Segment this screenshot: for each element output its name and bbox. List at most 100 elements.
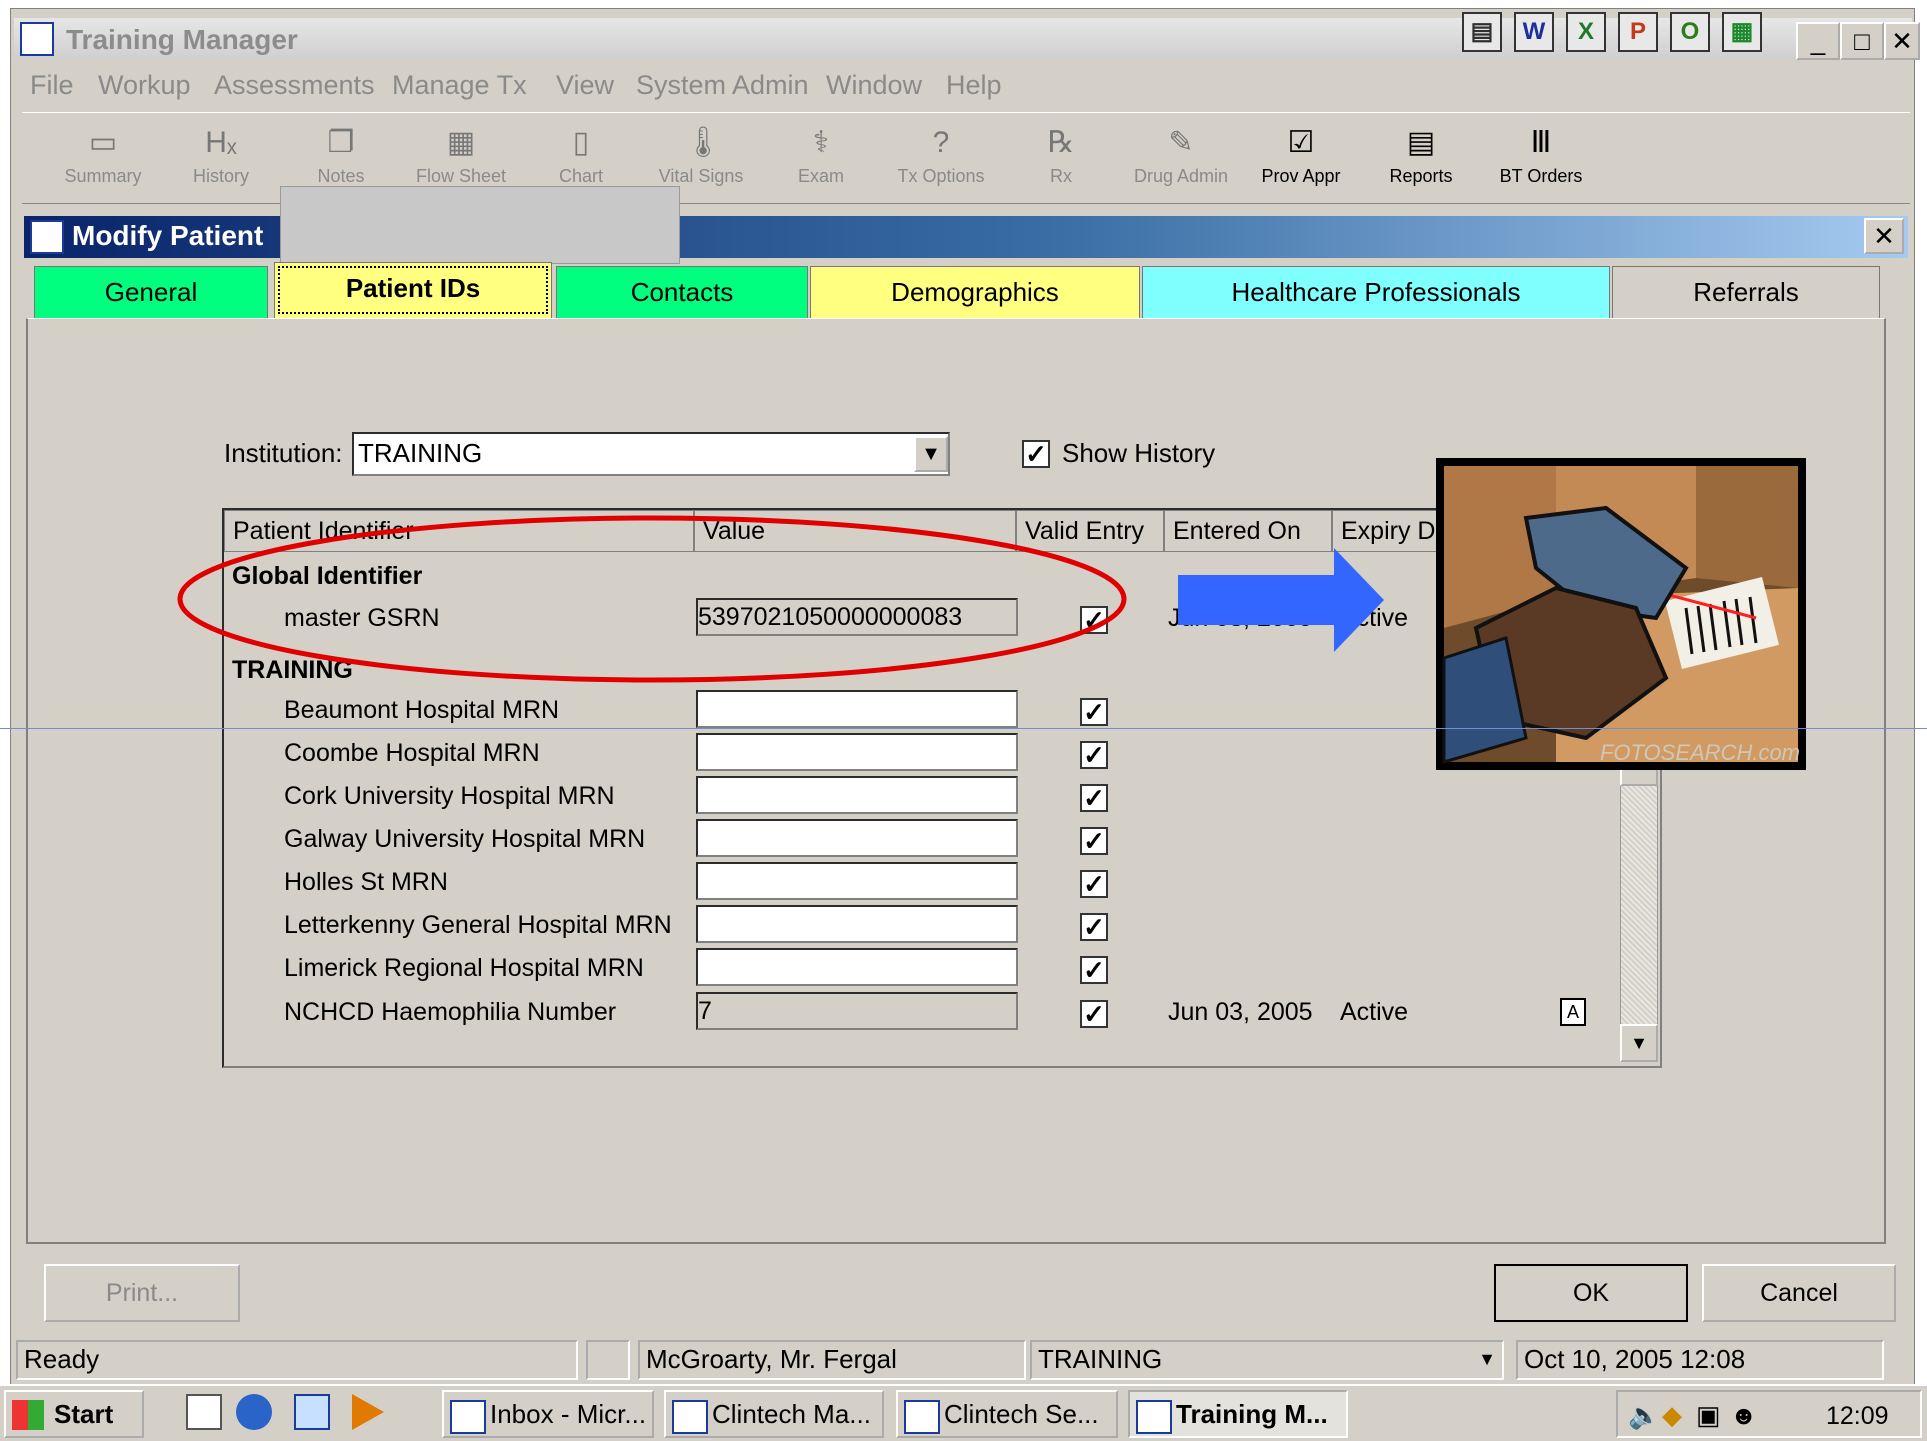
row-valid-checkbox[interactable]: ✓ — [1080, 784, 1108, 812]
tray-user-icon[interactable]: ☻ — [1730, 1400, 1757, 1431]
toolbar-label: History — [192, 166, 249, 186]
toolbar-label: Prov Appr — [1261, 166, 1341, 186]
desktop-icon[interactable] — [186, 1394, 222, 1430]
outlook-icon[interactable] — [294, 1394, 330, 1430]
highlight-ellipse — [177, 515, 1127, 683]
start-button[interactable]: Start — [4, 1390, 144, 1438]
tab-referrals[interactable]: Referrals — [1612, 266, 1880, 318]
row-label: Letterkenny General Hospital MRN — [284, 911, 672, 939]
task-label: Inbox - Micr... — [490, 1399, 647, 1429]
row-value-input[interactable] — [696, 905, 1018, 943]
close-button[interactable]: ✕ — [1884, 22, 1920, 60]
menu-file[interactable]: File — [30, 70, 74, 101]
browser-icon[interactable] — [236, 1394, 272, 1430]
tab-demographics[interactable]: Demographics — [810, 266, 1140, 318]
toolbar-label: Drug Admin — [1133, 166, 1229, 186]
toolbar-reports-button[interactable]: ▤ Reports — [1366, 116, 1476, 202]
nchcd-value[interactable]: 7 — [696, 992, 1018, 1030]
maximize-button[interactable]: □ — [1840, 22, 1884, 60]
window-title: Training Manager — [66, 24, 298, 55]
row-valid-checkbox[interactable]: ✓ — [1080, 913, 1108, 941]
show-history-checkbox[interactable]: ✓ — [1022, 440, 1050, 468]
toolbar-flow-sheet-button[interactable]: ▦ Flow Sheet — [406, 116, 516, 202]
toolbar-label: Rx — [1050, 166, 1072, 186]
taskbar-task[interactable]: Training M... — [1128, 1390, 1348, 1438]
row-valid-checkbox[interactable]: ✓ — [1080, 698, 1108, 726]
excel-icon[interactable]: X — [1566, 12, 1606, 52]
row-value-input[interactable] — [696, 690, 1018, 728]
print-button[interactable]: Print... — [44, 1264, 240, 1322]
toolbar-chart-button[interactable]: ▯ Chart — [526, 116, 636, 202]
row-valid-checkbox[interactable]: ✓ — [1080, 827, 1108, 855]
outlook-icon[interactable]: O — [1670, 12, 1710, 52]
tray-app-icon[interactable]: ◆ — [1662, 1400, 1682, 1431]
toolbar-rx-button[interactable]: ℞ Rx — [1006, 116, 1116, 202]
toolbar-bt-orders-button[interactable]: Ⅲ BT Orders — [1486, 116, 1596, 202]
row-value-input[interactable] — [696, 862, 1018, 900]
menu-window[interactable]: Window — [826, 70, 922, 101]
note-icon[interactable]: A — [1560, 998, 1586, 1026]
row-value-input[interactable] — [696, 819, 1018, 857]
toolbar-label: Tx Options — [897, 166, 985, 186]
toolbar-drug-admin-button[interactable]: ✎ Drug Admin — [1126, 116, 1236, 202]
word-icon[interactable]: W — [1514, 12, 1554, 52]
institution-select[interactable]: TRAINING — [352, 432, 950, 476]
toolbar-notes-button[interactable]: ❐ Notes — [286, 116, 396, 202]
status-user: McGroarty, Mr. Fergal — [638, 1340, 1026, 1380]
menu-workup[interactable]: Workup — [98, 70, 191, 101]
toolbar-prov-appr-button[interactable]: ☑ Prov Appr — [1246, 116, 1356, 202]
modify-patient-title: Modify Patient — [72, 220, 264, 251]
toolbar-vital-signs-button[interactable]: 🌡 Vital Signs — [646, 116, 756, 202]
project-icon[interactable]: ▦ — [1722, 12, 1762, 52]
row-valid-checkbox[interactable]: ✓ — [1080, 741, 1108, 769]
tab-contacts[interactable]: Contacts — [556, 266, 808, 318]
toolbar-history-button[interactable]: Hₓ History — [166, 116, 276, 202]
volume-icon[interactable]: 🔈 — [1628, 1400, 1660, 1431]
taskbar-task[interactable]: Inbox - Micr... — [442, 1390, 654, 1438]
menu-view[interactable]: View — [556, 70, 614, 101]
nchcd-valid-checkbox[interactable]: ✓ — [1080, 1000, 1108, 1028]
powerpoint-icon[interactable]: P — [1618, 12, 1658, 52]
toolbar-exam-button[interactable]: ⚕ Exam — [766, 116, 876, 202]
divider-line — [0, 728, 1927, 729]
network-icon[interactable]: ▣ — [1696, 1400, 1721, 1431]
media-player-icon[interactable] — [352, 1394, 384, 1430]
scroll-down-icon[interactable]: ▼ — [1620, 1024, 1658, 1062]
row-label: Holles St MRN — [284, 868, 448, 896]
check-mark-icon: ✓ — [1025, 439, 1047, 469]
header-expiry-date[interactable]: Expiry D — [1332, 510, 1442, 552]
ok-button[interactable]: OK — [1494, 1264, 1688, 1322]
row-value-input[interactable] — [696, 948, 1018, 986]
task-label: Clintech Se... — [944, 1399, 1099, 1429]
cancel-button[interactable]: Cancel — [1702, 1264, 1896, 1322]
status-institution-select[interactable]: TRAINING ▼ — [1030, 1340, 1504, 1380]
reports-icon: ▤ — [1406, 126, 1436, 159]
toolbar-summary-button[interactable]: ▭ Summary — [48, 116, 158, 202]
toolbar-tx-options-button[interactable]: ? Tx Options — [886, 116, 996, 202]
header-entered-on[interactable]: Entered On — [1164, 510, 1332, 552]
menu-system-admin[interactable]: System Admin — [636, 70, 809, 101]
tab-general[interactable]: General — [34, 266, 268, 318]
menu-manage-tx[interactable]: Manage Tx — [392, 70, 527, 101]
tab-healthcare-professionals[interactable]: Healthcare Professionals — [1142, 266, 1610, 318]
taskbar-task[interactable]: Clintech Se... — [896, 1390, 1118, 1438]
task-app-icon — [672, 1400, 708, 1434]
chevron-down-icon[interactable]: ▼ — [914, 436, 948, 472]
summary-icon: ▭ — [88, 126, 118, 159]
flowsheet-icon: ▦ — [446, 126, 476, 159]
modify-patient-close-button[interactable]: ✕ — [1864, 218, 1904, 254]
toolbar-label: Notes — [317, 166, 365, 186]
tab-patient-ids[interactable]: Patient IDs — [274, 262, 552, 318]
row-value-input[interactable] — [696, 776, 1018, 814]
row-valid-checkbox[interactable]: ✓ — [1080, 870, 1108, 898]
row-value-input[interactable] — [696, 733, 1018, 771]
dos-icon[interactable]: ▤ — [1462, 12, 1502, 52]
menu-assessments[interactable]: Assessments — [214, 70, 375, 101]
minimize-button[interactable]: _ — [1796, 22, 1840, 60]
image-watermark: FOTOSEARCH.com — [1599, 740, 1800, 765]
taskbar-task[interactable]: Clintech Ma... — [664, 1390, 884, 1438]
menu-help[interactable]: Help — [946, 70, 1002, 101]
nchcd-entered-on: Jun 03, 2005 — [1168, 998, 1313, 1026]
row-valid-checkbox[interactable]: ✓ — [1080, 956, 1108, 984]
task-label: Training M... — [1176, 1399, 1328, 1429]
